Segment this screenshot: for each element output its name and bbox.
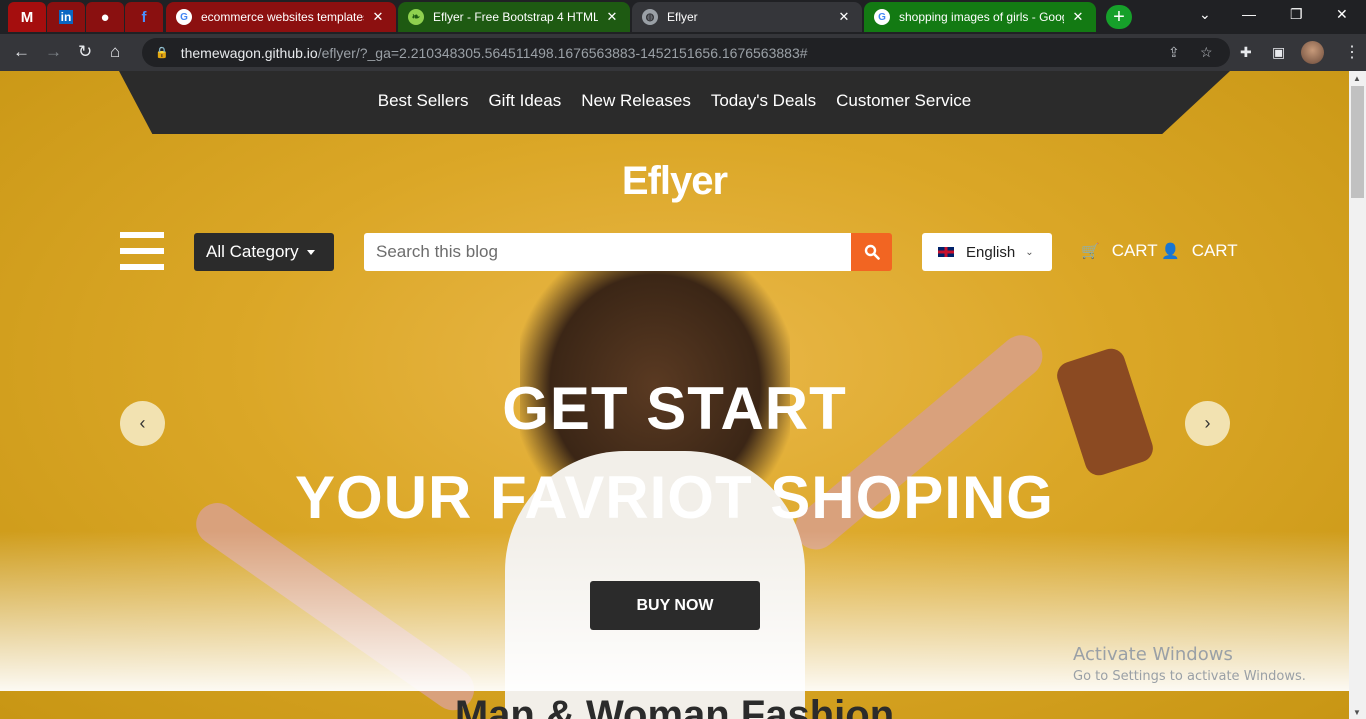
- back-icon[interactable]: ←: [13, 43, 30, 61]
- pinned-tab-linkedin[interactable]: in: [47, 2, 85, 32]
- google-icon: G: [874, 9, 890, 25]
- pinned-tab-gmail[interactable]: M: [8, 2, 46, 32]
- hamburger-line: [120, 248, 164, 254]
- cart-label: CART: [1111, 241, 1158, 260]
- hamburger-menu-icon[interactable]: [120, 232, 164, 270]
- hero-heading-line-2: YOUR FAVRIOT SHOPING: [295, 464, 1054, 531]
- nav-gift-ideas[interactable]: Gift Ideas: [488, 91, 561, 111]
- reload-icon[interactable]: ↻: [78, 43, 92, 61]
- webpage-viewport: Best Sellers Gift Ideas New Releases Tod…: [0, 71, 1349, 719]
- user-icon: 👤: [1161, 243, 1180, 260]
- close-tab-icon[interactable]: ✕: [1070, 9, 1086, 25]
- close-tab-icon[interactable]: ✕: [370, 9, 386, 25]
- search-button[interactable]: [851, 233, 892, 271]
- scroll-down-arrow-icon[interactable]: ▼: [1353, 708, 1361, 717]
- windows-activation-title: Activate Windows: [1073, 644, 1233, 665]
- forward-icon[interactable]: →: [45, 43, 62, 61]
- minimize-icon[interactable]: —: [1242, 6, 1256, 22]
- tab-title: ecommerce websites templates: [201, 10, 364, 24]
- language-label: English: [966, 243, 1016, 261]
- tab-title: Eflyer: [667, 10, 698, 24]
- nav-todays-deals[interactable]: Today's Deals: [711, 91, 816, 111]
- search-input[interactable]: [364, 233, 851, 271]
- facebook-icon: f: [141, 8, 147, 26]
- nav-new-releases[interactable]: New Releases: [581, 91, 691, 111]
- hamburger-line: [120, 232, 164, 238]
- close-window-icon[interactable]: ✕: [1336, 6, 1348, 23]
- bookmark-star-icon[interactable]: ☆: [1200, 44, 1213, 61]
- shopping-cart-icon: 🛒: [1081, 243, 1100, 260]
- tab-search-icon[interactable]: ⌄: [1199, 6, 1211, 23]
- category-label: All Category: [206, 242, 299, 261]
- browser-menu-icon[interactable]: ⋮: [1344, 42, 1360, 62]
- account-cart-link[interactable]: 👤 CART: [1161, 241, 1238, 261]
- browser-toolbar: ← → ↻ ⌂ 🔒 themewagon.github.io /eflyer/?…: [0, 34, 1366, 71]
- pinned-tab-facebook[interactable]: f: [125, 2, 163, 32]
- globe-icon: ◍: [642, 9, 658, 25]
- nav-customer-service[interactable]: Customer Service: [836, 91, 971, 111]
- google-icon: G: [176, 9, 192, 25]
- browser-tab-active[interactable]: ◍ Eflyer ✕: [632, 2, 862, 32]
- extensions-icon[interactable]: ✚: [1240, 44, 1252, 61]
- caret-down-icon: [306, 249, 315, 255]
- browser-tab[interactable]: G shopping images of girls - Goog ✕: [864, 2, 1096, 32]
- leaf-icon: ❧: [408, 9, 424, 25]
- github-icon: ●: [100, 8, 110, 26]
- side-panel-icon[interactable]: ▣: [1272, 44, 1285, 61]
- chevron-down-icon: ⌄: [1025, 246, 1034, 258]
- nav-best-sellers[interactable]: Best Sellers: [378, 91, 469, 111]
- hamburger-line: [120, 264, 164, 270]
- hero-heading-line-1: GET START: [502, 375, 847, 442]
- browser-tab-bar: M in ● f G ecommerce websites templates …: [0, 0, 1366, 34]
- gmail-icon: M: [20, 8, 34, 26]
- uk-flag-icon: [938, 247, 954, 257]
- tab-title: shopping images of girls - Goog: [899, 10, 1064, 24]
- profile-avatar[interactable]: [1301, 41, 1324, 64]
- linkedin-icon: in: [58, 10, 74, 24]
- site-logo[interactable]: Eflyer: [0, 159, 1349, 204]
- account-label: CART: [1191, 241, 1238, 260]
- lock-icon[interactable]: 🔒: [155, 46, 169, 59]
- home-icon[interactable]: ⌂: [110, 43, 120, 61]
- search-icon: [864, 244, 880, 260]
- address-bar[interactable]: 🔒 themewagon.github.io /eflyer/?_ga=2.21…: [142, 38, 1230, 67]
- close-tab-icon[interactable]: ✕: [604, 9, 620, 25]
- category-dropdown[interactable]: All Category: [194, 233, 334, 271]
- cart-link[interactable]: 🛒 CART: [1081, 241, 1158, 261]
- top-nav-links: Best Sellers Gift Ideas New Releases Tod…: [0, 71, 1349, 131]
- browser-tab[interactable]: ❧ Eflyer - Free Bootstrap 4 HTML5 ✕: [398, 2, 630, 32]
- section-title: Man & Woman Fashion: [454, 693, 895, 719]
- url-path: /eflyer/?_ga=2.210348305.564511498.16765…: [317, 44, 808, 61]
- tab-title: Eflyer - Free Bootstrap 4 HTML5: [433, 10, 598, 24]
- browser-tab[interactable]: G ecommerce websites templates ✕: [166, 2, 396, 32]
- share-icon[interactable]: ⇪: [1168, 44, 1180, 61]
- windows-activation-subtitle: Go to Settings to activate Windows.: [1073, 669, 1306, 684]
- language-select[interactable]: English ⌄: [922, 233, 1052, 271]
- pinned-tab-github[interactable]: ●: [86, 2, 124, 32]
- scroll-up-arrow-icon[interactable]: ▲: [1353, 74, 1361, 83]
- restore-icon[interactable]: ❐: [1290, 6, 1303, 23]
- scrollbar-thumb[interactable]: [1351, 86, 1364, 198]
- url-host: themewagon.github.io: [180, 44, 318, 61]
- new-tab-button[interactable]: +: [1106, 5, 1132, 29]
- buy-now-button[interactable]: BUY NOW: [590, 581, 760, 630]
- close-tab-icon[interactable]: ✕: [836, 9, 852, 25]
